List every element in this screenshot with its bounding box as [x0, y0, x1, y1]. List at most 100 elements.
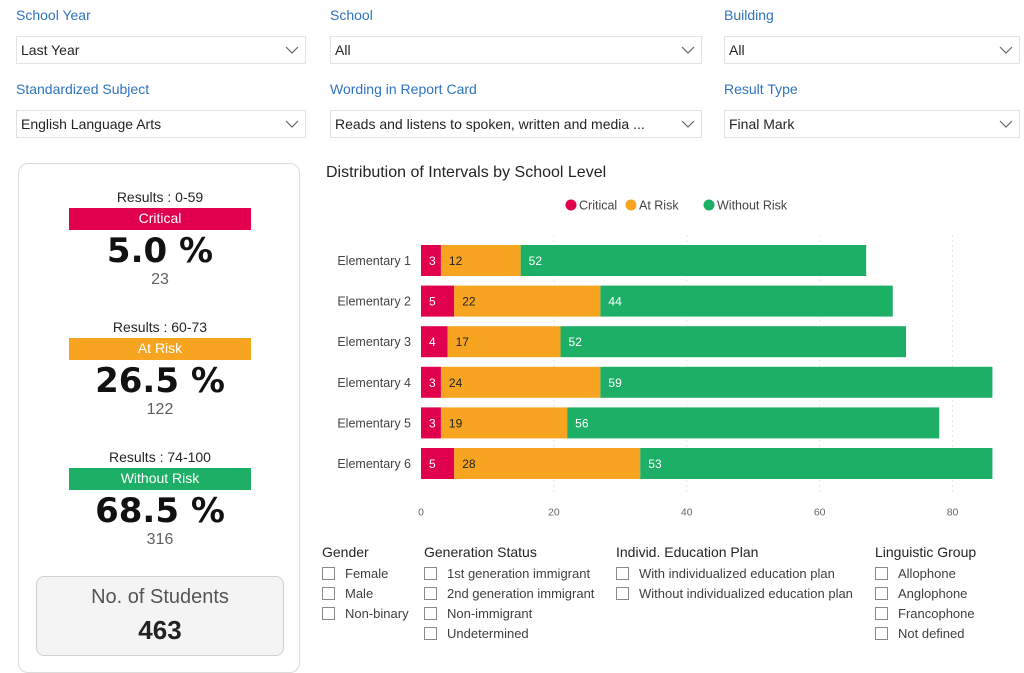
data-label: 3 — [429, 254, 436, 268]
checkbox[interactable] — [616, 566, 629, 580]
chevron-down-icon — [999, 46, 1013, 54]
checkbox[interactable] — [875, 626, 888, 640]
option-label: Female — [345, 565, 389, 581]
y-category-label: Elementary 4 — [337, 376, 411, 390]
slicer-option[interactable]: Non-immigrant — [424, 603, 594, 623]
data-label: 5 — [429, 457, 436, 471]
kpi-badge: Without Risk — [69, 468, 251, 490]
checkbox[interactable] — [875, 566, 888, 580]
building-dropdown[interactable]: All — [724, 36, 1020, 64]
kpi-percent: 5.0 % — [106, 231, 214, 271]
school-dropdown[interactable]: All — [330, 36, 702, 64]
legend-marker — [565, 199, 577, 211]
chevron-down-icon — [681, 46, 695, 54]
checkbox[interactable] — [875, 606, 888, 620]
data-label: 3 — [429, 376, 436, 390]
checkbox[interactable] — [424, 606, 437, 620]
data-label: 52 — [529, 254, 543, 268]
option-label: Non-binary — [345, 605, 409, 621]
chevron-down-icon — [285, 120, 299, 128]
slicer-option[interactable]: Allophone — [875, 563, 976, 583]
filter-result-type: Result Type Final Mark — [724, 80, 1020, 138]
slicer-option[interactable]: Anglophone — [875, 583, 976, 603]
y-category-label: Elementary 3 — [337, 335, 411, 349]
slicer-option[interactable]: Non-binary — [322, 603, 409, 623]
y-category-label: Elementary 5 — [337, 416, 411, 430]
kpi-critical: Results : 0-59 Critical 5.0 % 23 — [19, 188, 301, 290]
slicer-option[interactable]: Undetermined — [424, 623, 594, 643]
data-label: 5 — [429, 295, 436, 309]
slicer-option[interactable]: 1st generation immigrant — [424, 563, 594, 583]
slicer-generation-status: Generation Status 1st generation immigra… — [424, 543, 594, 643]
option-label: Francophone — [898, 605, 975, 621]
option-label: Not defined — [898, 625, 965, 641]
checkbox[interactable] — [322, 606, 335, 620]
checkbox[interactable] — [875, 586, 888, 600]
dropdown-value: All — [729, 42, 745, 58]
checkbox[interactable] — [322, 566, 335, 580]
bar-segment[interactable] — [640, 448, 993, 479]
chevron-down-icon — [999, 120, 1013, 128]
option-label: Undetermined — [447, 625, 529, 641]
filter-school: School All — [330, 6, 702, 64]
bar-segment[interactable] — [440, 366, 601, 398]
legend-label: At Risk — [639, 199, 679, 213]
dropdown-value: Reads and listens to spoken, written and… — [335, 116, 645, 132]
x-tick-label: 80 — [947, 507, 959, 519]
bar-segment[interactable] — [454, 448, 641, 479]
kpi-without-risk: Results : 74-100 Without Risk 68.5 % 316 — [19, 448, 301, 550]
bar-segment[interactable] — [560, 326, 907, 358]
data-label: 44 — [608, 295, 622, 309]
slicer-option[interactable]: Without individualized education plan — [616, 583, 853, 603]
data-label: 3 — [429, 416, 436, 430]
legend-marker — [625, 199, 637, 211]
bar-segment[interactable] — [600, 366, 993, 398]
kpi-range: Results : 0-59 — [116, 189, 204, 205]
kpi-at-risk: Results : 60-73 At Risk 26.5 % 122 — [19, 318, 301, 420]
wording-dropdown[interactable]: Reads and listens to spoken, written and… — [330, 110, 702, 138]
result-type-dropdown[interactable]: Final Mark — [724, 110, 1020, 138]
bar-segment[interactable] — [454, 285, 601, 317]
kpi-badge: Critical — [69, 208, 251, 230]
bar-segment[interactable] — [600, 285, 893, 317]
checkbox[interactable] — [322, 586, 335, 600]
bar-segment[interactable] — [421, 285, 455, 317]
kpi-percent: 68.5 % — [95, 491, 225, 531]
y-category-label: Elementary 1 — [337, 254, 411, 268]
x-tick-label: 20 — [548, 507, 560, 519]
kpi-range: Results : 74-100 — [109, 449, 211, 465]
x-tick-label: 0 — [418, 507, 424, 519]
filter-school-year: School Year Last Year — [16, 6, 306, 64]
filter-label: Building — [724, 7, 774, 23]
slicer-option[interactable]: Not defined — [875, 623, 976, 643]
slicer-option[interactable]: 2nd generation immigrant — [424, 583, 594, 603]
checkbox[interactable] — [424, 566, 437, 580]
option-label: Anglophone — [898, 585, 968, 601]
slicer-option[interactable]: Male — [322, 583, 409, 603]
legend-label: Critical — [579, 199, 617, 213]
filter-label: Wording in Report Card — [330, 81, 477, 97]
filter-label: Result Type — [724, 81, 798, 97]
subject-dropdown[interactable]: English Language Arts — [16, 110, 306, 138]
school-year-dropdown[interactable]: Last Year — [16, 36, 306, 64]
filter-subject: Standardized Subject English Language Ar… — [16, 80, 306, 138]
legend-marker — [703, 199, 715, 211]
filter-wording: Wording in Report Card Reads and listens… — [330, 80, 702, 138]
slicer-option[interactable]: Francophone — [875, 603, 976, 623]
slicer-linguistic-group: Linguistic Group Allophone Anglophone Fr… — [875, 543, 976, 643]
data-label: 52 — [569, 335, 583, 349]
bar-segment[interactable] — [421, 448, 455, 479]
option-label: Allophone — [898, 565, 956, 581]
data-label: 56 — [575, 416, 589, 430]
checkbox[interactable] — [424, 586, 437, 600]
slicer-option[interactable]: Female — [322, 563, 409, 583]
checkbox[interactable] — [616, 586, 629, 600]
bar-segment[interactable] — [567, 407, 940, 439]
option-label: With individualized education plan — [639, 565, 835, 581]
checkbox[interactable] — [424, 626, 437, 640]
slicer-option[interactable]: With individualized education plan — [616, 563, 853, 583]
bar-segment[interactable] — [520, 245, 867, 276]
kpi-count: 316 — [146, 531, 174, 548]
dropdown-value: Final Mark — [729, 116, 795, 132]
data-label: 19 — [449, 416, 463, 430]
